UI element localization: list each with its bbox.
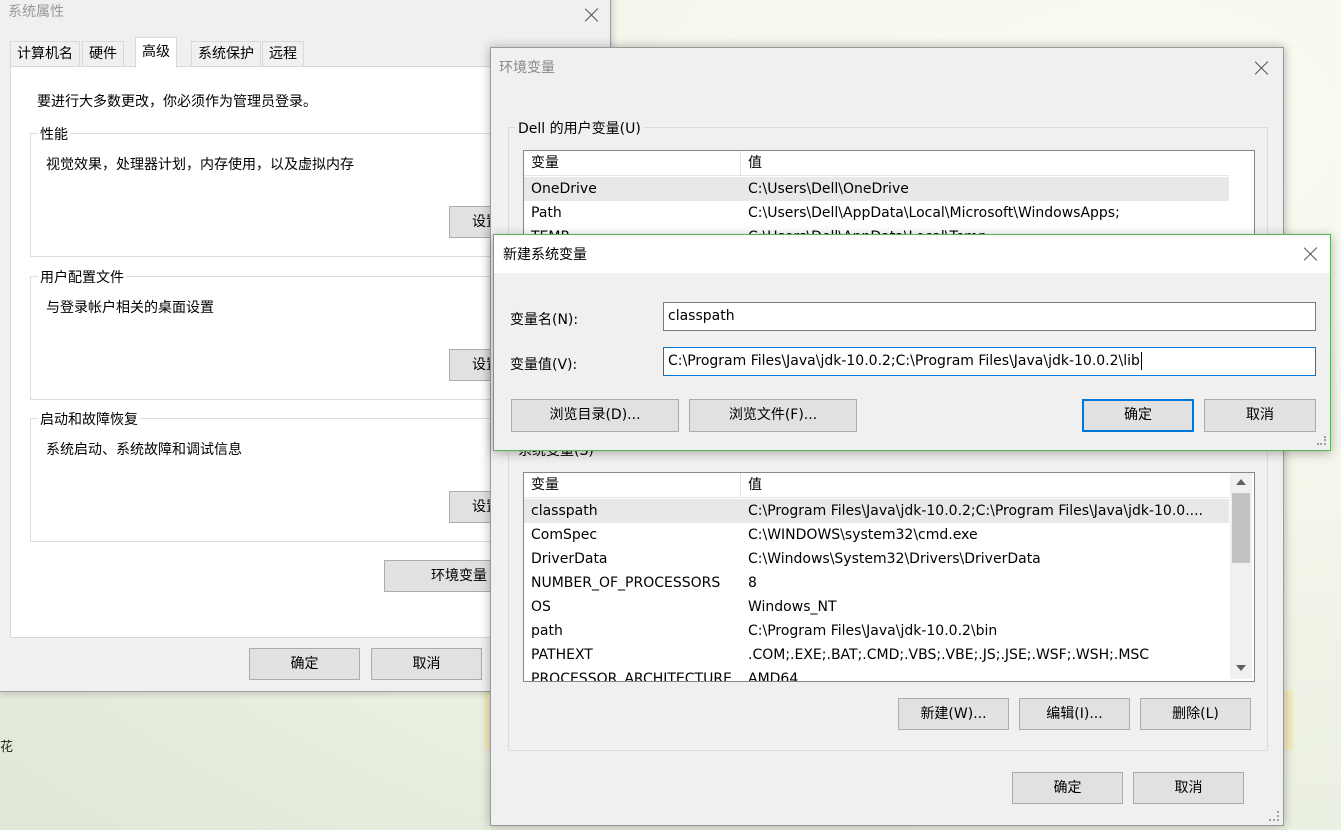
- admin-notice: 要进行大多数更改，你必须作为管理员登录。: [37, 94, 317, 110]
- table-row[interactable]: NUMBER_OF_PROCESSORS 8: [524, 571, 1229, 595]
- cancel-button[interactable]: 取消: [371, 648, 482, 680]
- title-bar: [494, 235, 1330, 273]
- var-name: OneDrive: [531, 181, 597, 197]
- var-value: Windows_NT: [748, 599, 837, 615]
- table-row[interactable]: PATHEXT .COM;.EXE;.BAT;.CMD;.VBS;.VBE;.J…: [524, 643, 1229, 667]
- list-header: 变量 值: [524, 473, 1229, 498]
- vertical-scrollbar[interactable]: [1230, 473, 1252, 679]
- window-title: 新建系统变量: [503, 247, 587, 263]
- text-caret: [1140, 352, 1142, 370]
- resize-grip-icon[interactable]: [1269, 811, 1279, 821]
- window-title: 环境变量: [499, 60, 555, 76]
- scroll-up-icon[interactable]: [1236, 479, 1246, 485]
- system-vars-list[interactable]: 变量 值 classpath C:\Program Files\Java\jdk…: [523, 472, 1255, 682]
- table-row[interactable]: classpath C:\Program Files\Java\jdk-10.0…: [524, 499, 1229, 523]
- list-header: 变量 值: [524, 151, 1229, 176]
- group-description: 视觉效果，处理器计划，内存使用，以及虚拟内存: [46, 157, 354, 173]
- window-title: 系统属性: [8, 4, 64, 20]
- delete-button[interactable]: 删除(L): [1140, 698, 1251, 730]
- var-name: DriverData: [531, 551, 608, 567]
- browse-file-button[interactable]: 浏览文件(F)...: [689, 399, 857, 432]
- resize-grip-icon[interactable]: [1317, 436, 1326, 445]
- ok-button[interactable]: 确定: [249, 648, 360, 680]
- var-name: PROCESSOR_ARCHITECTURE: [531, 671, 732, 682]
- user-vars-legend: Dell 的用户变量(U): [515, 118, 644, 138]
- var-value: C:\Program Files\Java\jdk-10.0.2\bin: [748, 623, 998, 639]
- tab-remote[interactable]: 远程: [262, 41, 304, 66]
- var-value: C:\Users\Dell\AppData\Local\Microsoft\Wi…: [748, 205, 1120, 221]
- tab-advanced[interactable]: 高级: [135, 37, 177, 68]
- table-row[interactable]: path C:\Program Files\Java\jdk-10.0.2\bi…: [524, 619, 1229, 643]
- table-row[interactable]: Path C:\Users\Dell\AppData\Local\Microso…: [524, 201, 1229, 225]
- new-button[interactable]: 新建(W)...: [898, 698, 1009, 730]
- variable-name-label: 变量名(N):: [510, 312, 579, 328]
- cancel-button[interactable]: 取消: [1133, 772, 1244, 804]
- header-value: 值: [748, 477, 762, 493]
- var-value: C:\WINDOWS\system32\cmd.exe: [748, 527, 978, 543]
- close-icon[interactable]: [1255, 61, 1269, 75]
- scroll-down-icon[interactable]: [1236, 665, 1246, 671]
- group-description: 与登录帐户相关的桌面设置: [46, 300, 214, 316]
- variable-name-input[interactable]: classpath: [663, 302, 1316, 331]
- scroll-thumb[interactable]: [1232, 493, 1250, 563]
- group-description: 系统启动、系统故障和调试信息: [46, 442, 242, 458]
- table-row[interactable]: OneDrive C:\Users\Dell\OneDrive: [524, 177, 1229, 201]
- header-name: 变量: [531, 155, 559, 171]
- column-separator: [740, 151, 741, 175]
- tab-system-protection[interactable]: 系统保护: [191, 41, 261, 66]
- group-legend: 性能: [38, 124, 70, 144]
- group-legend: 用户配置文件: [38, 267, 126, 287]
- var-name: OS: [531, 599, 551, 615]
- var-name: path: [531, 623, 563, 639]
- var-name: ComSpec: [531, 527, 598, 543]
- var-name: Path: [531, 205, 562, 221]
- tab-computer-name[interactable]: 计算机名: [10, 41, 80, 66]
- close-icon[interactable]: [1304, 247, 1318, 261]
- desktop-text-fragment: 花: [0, 740, 14, 755]
- var-value: C:\Program Files\Java\jdk-10.0.2;C:\Prog…: [748, 503, 1203, 519]
- header-name: 变量: [531, 477, 559, 493]
- table-row[interactable]: DriverData C:\Windows\System32\Drivers\D…: [524, 547, 1229, 571]
- var-value: .COM;.EXE;.BAT;.CMD;.VBS;.VBE;.JS;.JSE;.…: [748, 647, 1150, 663]
- var-name: classpath: [531, 503, 598, 519]
- header-value: 值: [748, 155, 762, 171]
- var-value: AMD64: [748, 671, 799, 682]
- var-name: PATHEXT: [531, 647, 593, 663]
- browse-directory-button[interactable]: 浏览目录(D)...: [511, 399, 679, 432]
- close-icon[interactable]: [585, 8, 599, 22]
- tab-hardware[interactable]: 硬件: [82, 41, 124, 66]
- table-row[interactable]: ComSpec C:\WINDOWS\system32\cmd.exe: [524, 523, 1229, 547]
- table-row[interactable]: PROCESSOR_ARCHITECTURE AMD64: [524, 667, 1229, 682]
- variable-value-label: 变量值(V):: [510, 357, 578, 373]
- edit-button[interactable]: 编辑(I)...: [1019, 698, 1130, 730]
- variable-value-text: C:\Program Files\Java\jdk-10.0.2;C:\Prog…: [668, 353, 1140, 369]
- group-legend: 启动和故障恢复: [38, 409, 140, 429]
- ok-button[interactable]: 确定: [1082, 399, 1194, 432]
- var-value: C:\Windows\System32\Drivers\DriverData: [748, 551, 1041, 567]
- var-value: C:\Users\Dell\OneDrive: [748, 181, 909, 197]
- variable-value-input[interactable]: C:\Program Files\Java\jdk-10.0.2;C:\Prog…: [663, 347, 1316, 376]
- user-vars-list[interactable]: 变量 值 OneDrive C:\Users\Dell\OneDrive Pat…: [523, 150, 1255, 242]
- var-name: NUMBER_OF_PROCESSORS: [531, 575, 721, 591]
- column-separator: [740, 473, 741, 497]
- var-value: 8: [748, 575, 757, 591]
- cancel-button[interactable]: 取消: [1204, 399, 1316, 432]
- ok-button[interactable]: 确定: [1012, 772, 1123, 804]
- table-row[interactable]: OS Windows_NT: [524, 595, 1229, 619]
- new-system-variable-dialog: 新建系统变量 变量名(N): classpath 变量值(V): C:\Prog…: [493, 234, 1331, 451]
